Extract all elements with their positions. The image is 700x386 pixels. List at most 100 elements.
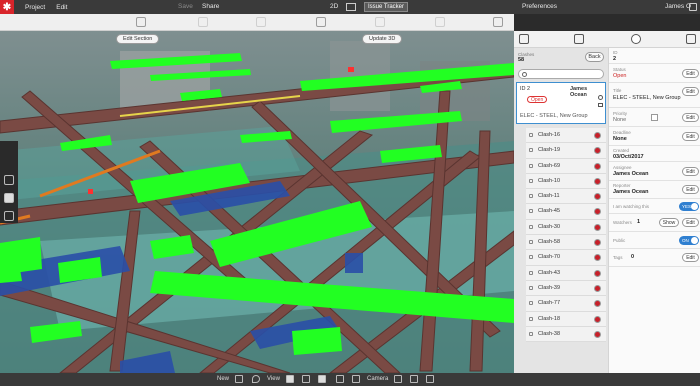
status-dot (594, 223, 601, 231)
list-item[interactable]: Clash-19 (526, 143, 606, 159)
new-view-icon[interactable] (235, 375, 243, 383)
show-watchers-button[interactable]: Show (659, 218, 679, 227)
list-item[interactable]: Clash-11 (526, 189, 606, 205)
status-dot (594, 330, 601, 338)
camera-label: Camera (367, 376, 389, 382)
app-logo: ✱ (0, 0, 14, 14)
menu-share[interactable]: Share (202, 3, 219, 10)
clash-list-header: Clashes 58 Back (514, 48, 608, 66)
watching-toggle[interactable]: YES (679, 202, 699, 211)
list-item[interactable]: Clash-69 (526, 158, 606, 174)
list-item[interactable]: Clash-58 (526, 235, 606, 251)
update-3d-button[interactable]: Update 3D (362, 34, 403, 44)
filter-icon[interactable] (519, 34, 529, 44)
tag-icon[interactable] (435, 17, 445, 27)
view-2d-button[interactable]: 2D (330, 3, 338, 10)
new-label: New (217, 376, 230, 382)
search-icon (522, 72, 527, 77)
list-item[interactable]: Clash-18 (526, 311, 606, 327)
view-mode-1-icon[interactable] (286, 375, 294, 383)
list-item[interactable]: Clash-70 (526, 250, 606, 266)
back-button[interactable]: Back (585, 52, 604, 62)
watching-field: I am watching this YES (609, 199, 700, 214)
selected-clash-card[interactable]: ID 2 James Ocean Open ELEC - STEEL, New … (516, 82, 606, 124)
fit-icon[interactable] (410, 375, 418, 383)
edit-section-button[interactable]: Edit Section (116, 34, 160, 44)
3d-viewport[interactable]: Edit Section Update 3D (0, 31, 514, 373)
clash-icon (529, 133, 533, 137)
comments-icon[interactable] (574, 34, 584, 44)
edit-title-button[interactable]: Edit (682, 87, 699, 96)
camera-icon[interactable] (598, 103, 603, 107)
search-input[interactable] (518, 69, 604, 79)
status-dot (594, 315, 601, 323)
menu-project[interactable]: Project (25, 4, 45, 11)
clash-icon (529, 148, 533, 153)
status-dot (594, 147, 601, 155)
user-profile-icon[interactable] (689, 3, 697, 11)
view-mode-3-icon[interactable] (318, 375, 326, 383)
edit-assignee-button[interactable]: Edit (682, 167, 699, 176)
add-icon[interactable] (136, 17, 146, 27)
clash-icon (529, 194, 533, 199)
view-label: View (267, 376, 280, 382)
edit-priority-button[interactable]: Edit (682, 113, 699, 122)
priority-field: Priority None Edit (609, 108, 700, 127)
clash-list: Clash-16 Clash-19 Clash-69 Clash-10 Clas… (526, 128, 606, 343)
measure-icon[interactable] (4, 211, 14, 221)
menu-preferences[interactable]: Preferences (522, 3, 557, 10)
toolbar (0, 14, 514, 31)
clash-icon (529, 316, 533, 321)
public-toggle[interactable]: ON (679, 236, 699, 245)
clash-icon (529, 240, 533, 245)
edit-reporter-button[interactable]: Edit (682, 185, 699, 194)
clash-icon (529, 178, 533, 183)
model-render (0, 31, 514, 373)
menu-edit[interactable]: Edit (56, 4, 67, 11)
section-icon[interactable] (4, 175, 14, 185)
download-icon[interactable] (256, 17, 266, 27)
pin-icon[interactable] (252, 375, 260, 383)
list-item[interactable]: Clash-43 (526, 265, 606, 281)
external-link-icon[interactable] (686, 34, 696, 44)
list-item[interactable]: Clash-16 (526, 128, 606, 144)
issue-tracker-button[interactable]: Issue Tracker (364, 2, 409, 12)
target-icon[interactable] (598, 95, 603, 100)
edit-tags-button[interactable]: Edit (682, 253, 699, 262)
edit-watchers-button[interactable]: Edit (682, 218, 699, 227)
selected-id: ID 2 (520, 86, 531, 92)
list-item[interactable]: Clash-39 (526, 280, 606, 297)
clash-icon (529, 270, 533, 275)
upload-icon[interactable] (198, 17, 208, 27)
clip-icon[interactable] (4, 193, 14, 203)
view-toggle-icon[interactable] (346, 3, 356, 11)
list-item[interactable]: Clash-30 (526, 219, 606, 236)
edit-deadline-button[interactable]: Edit (682, 132, 699, 141)
list-item[interactable]: Clash-38 (526, 326, 606, 343)
status-dot (594, 269, 601, 277)
duplicate-icon[interactable] (375, 17, 385, 27)
status-dot (594, 254, 601, 262)
clash-list-panel: Clashes 58 Back ID 2 James Ocean Open EL… (514, 48, 608, 373)
status-badge: Open (527, 96, 548, 103)
reporter-field: Reporter James Ocean Edit (609, 181, 700, 199)
menu-save[interactable]: Save (178, 3, 193, 10)
edit-status-button[interactable]: Edit (682, 69, 699, 78)
list-item[interactable]: Clash-77 (526, 296, 606, 312)
list-item[interactable]: Clash-10 (526, 173, 606, 190)
priority-checkbox[interactable] (651, 114, 658, 121)
viewport-side-tools (0, 141, 18, 223)
title-field: Title ELEC - STEEL, New Group Edit (609, 83, 700, 108)
status-field: Status Open Edit (609, 64, 700, 83)
home-icon[interactable] (394, 375, 402, 383)
inbox-icon[interactable] (493, 17, 503, 27)
fullscreen-icon[interactable] (426, 375, 434, 383)
attach-icon[interactable] (316, 17, 326, 27)
view-mode-2-icon[interactable] (302, 375, 310, 383)
info-icon[interactable] (631, 34, 641, 44)
view-mode-5-icon[interactable] (352, 375, 360, 383)
user-name[interactable]: James O (665, 3, 691, 10)
created-field: Created 03/Oct/2017 (609, 146, 700, 162)
list-item[interactable]: Clash-45 (526, 204, 606, 220)
view-mode-4-icon[interactable] (336, 375, 344, 383)
